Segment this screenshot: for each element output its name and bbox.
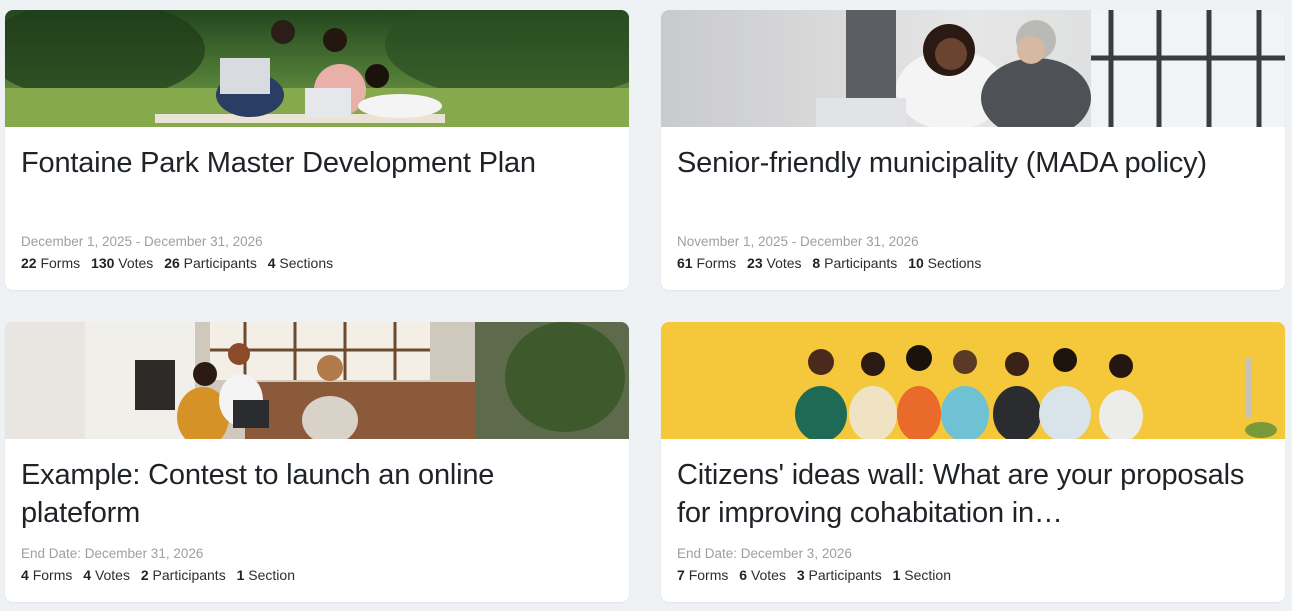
stat-votes: 130 Votes [91,255,154,271]
stat-forms: 7 Forms [677,567,729,583]
stat-participants: 8 Participants [812,255,898,271]
stat-sections: 10 Sections [908,255,982,271]
project-title[interactable]: Example: Contest to launch an online pla… [21,456,613,532]
project-date: December 1, 2025 - December 31, 2026 [21,234,263,249]
people-on-phones-yellow-wall-photo [661,322,1285,439]
team-meeting-photo [5,322,629,439]
project-card[interactable]: Example: Contest to launch an online pla… [5,322,629,602]
stat-sections: 4 Sections [267,255,334,271]
project-date: November 1, 2025 - December 31, 2026 [677,234,919,249]
stat-sections: 1 Section [892,567,951,583]
project-stats: 7 Forms 6 Votes 3 Participants 1 Section [677,567,958,583]
fist-bump-office-photo [661,10,1285,127]
project-date: End Date: December 31, 2026 [21,546,204,561]
project-stats: 61 Forms 23 Votes 8 Participants 10 Sect… [677,255,988,271]
project-stats: 22 Forms 130 Votes 26 Participants 4 Sec… [21,255,340,271]
stat-participants: 3 Participants [796,567,882,583]
stat-votes: 23 Votes [747,255,802,271]
project-title[interactable]: Senior-friendly municipality (MADA polic… [677,144,1269,182]
stat-votes: 4 Votes [83,567,130,583]
project-title[interactable]: Citizens' ideas wall: What are your prop… [677,456,1269,532]
stat-forms: 4 Forms [21,567,73,583]
project-date: End Date: December 3, 2026 [677,546,852,561]
project-grid: Fontaine Park Master Development Plan De… [0,0,1292,611]
project-card[interactable]: Fontaine Park Master Development Plan De… [5,10,629,290]
stat-participants: 26 Participants [164,255,257,271]
project-card[interactable]: Citizens' ideas wall: What are your prop… [661,322,1285,602]
project-title[interactable]: Fontaine Park Master Development Plan [21,144,613,182]
students-in-park-photo [5,10,629,127]
project-card[interactable]: Senior-friendly municipality (MADA polic… [661,10,1285,290]
stat-votes: 6 Votes [739,567,786,583]
stat-forms: 61 Forms [677,255,737,271]
stat-sections: 1 Section [236,567,295,583]
stat-participants: 2 Participants [140,567,226,583]
stat-forms: 22 Forms [21,255,81,271]
project-stats: 4 Forms 4 Votes 2 Participants 1 Section [21,567,302,583]
